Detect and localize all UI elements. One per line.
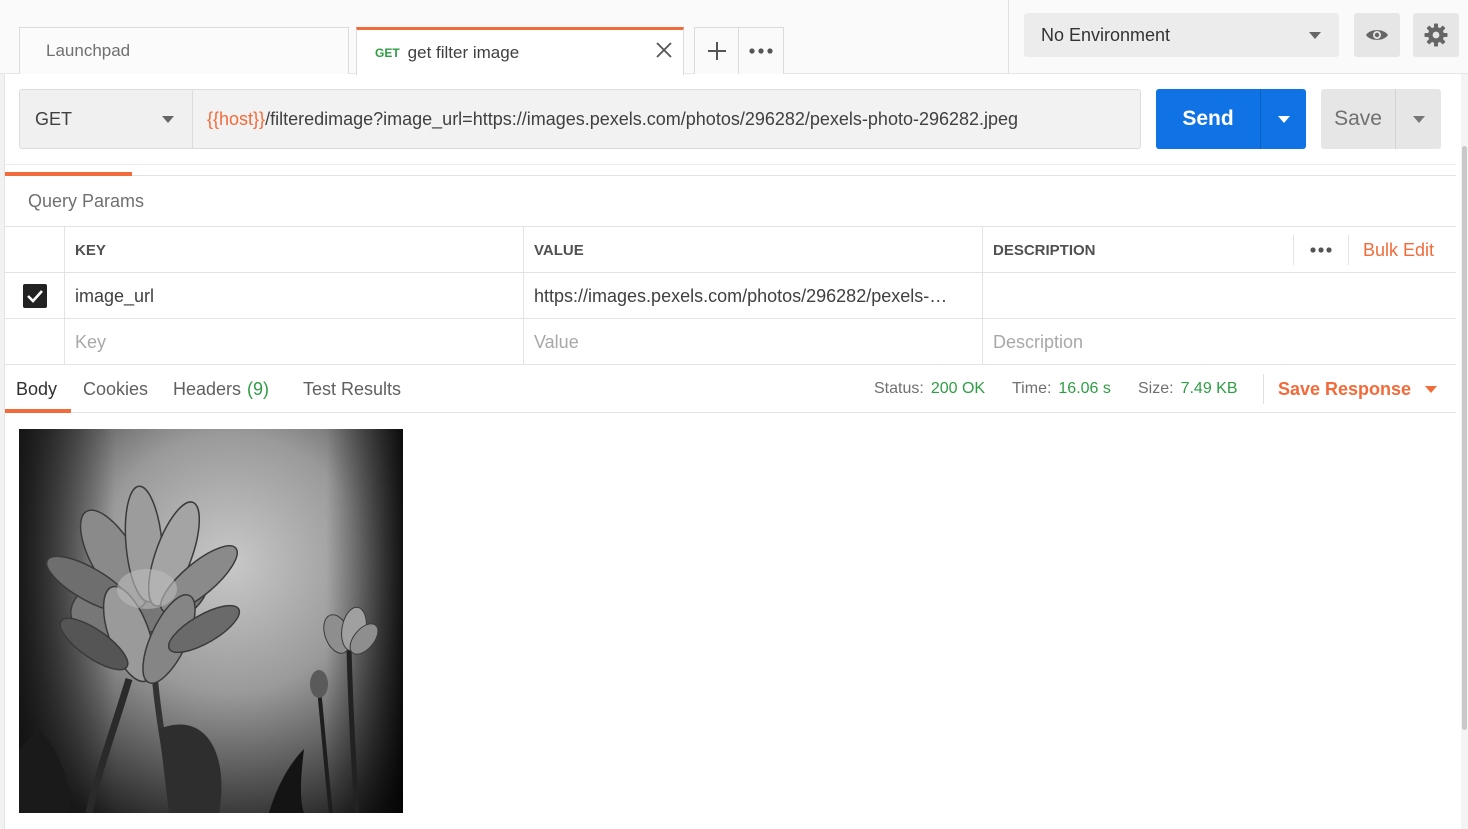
header-checkbox-cell: [5, 227, 65, 273]
status-value: 200 OK: [930, 380, 986, 397]
param-description-input[interactable]: [983, 273, 1456, 319]
save-response-label: Save Response: [1278, 378, 1412, 399]
tab-headers-label: Headers: [173, 378, 242, 399]
bulk-edit-link[interactable]: Bulk Edit: [1349, 240, 1456, 261]
method-select[interactable]: GET: [19, 89, 193, 149]
chevron-down-icon: [1425, 385, 1438, 393]
send-options-button[interactable]: [1261, 89, 1306, 149]
new-description-input[interactable]: Description: [983, 319, 1456, 365]
tab-body[interactable]: Body: [16, 365, 57, 413]
save-button-group: Save: [1321, 89, 1441, 149]
tab-options-button[interactable]: [739, 28, 783, 74]
scrollbar-thumb[interactable]: [1462, 146, 1467, 730]
send-button[interactable]: Send: [1156, 89, 1261, 149]
empty-checkbox-cell: [5, 319, 65, 365]
response-size: Size: 7.49 KB: [1138, 365, 1238, 413]
param-key-input[interactable]: image_url: [65, 273, 524, 319]
response-image: [19, 429, 403, 813]
chevron-down-icon: [1309, 32, 1321, 39]
table-row: image_url https://images.pexels.com/phot…: [5, 273, 1456, 319]
settings-button[interactable]: [1413, 13, 1459, 57]
save-button[interactable]: Save: [1321, 89, 1396, 149]
gear-icon: [1424, 23, 1448, 47]
divider: [1263, 374, 1264, 404]
size-label: Size:: [1138, 380, 1174, 397]
row-checkbox[interactable]: [22, 284, 47, 308]
time-value: 16.06 s: [1058, 380, 1111, 397]
headers-count-badge: (9): [247, 378, 270, 399]
table-row-empty: Key Value Description: [5, 319, 1456, 365]
row-checkbox-cell: [5, 273, 65, 319]
active-request-tab-indicator: [5, 172, 132, 176]
close-icon[interactable]: [653, 39, 675, 61]
more-icon: [1310, 247, 1332, 253]
eye-icon: [1366, 30, 1388, 40]
tab-launchpad[interactable]: Launchpad: [19, 27, 349, 74]
divider: [1008, 0, 1009, 73]
params-table: KEY VALUE DESCRIPTION Bulk Edit image_ur…: [5, 226, 1456, 365]
response-tabs-bar: Body Cookies Headers (9) Test Results St…: [5, 365, 1456, 413]
key-column-header: KEY: [65, 227, 524, 273]
request-tabs-bar: [5, 164, 1456, 176]
response-status: Status: 200 OK: [874, 365, 985, 413]
tab-headers[interactable]: Headers (9): [173, 365, 269, 413]
postman-window: Launchpad GET get filter image No Enviro…: [0, 0, 1468, 829]
status-label: Status:: [874, 380, 924, 397]
url-host-variable: {{host}}: [207, 108, 266, 129]
new-tab-button[interactable]: [695, 28, 740, 74]
tab-method-badge: GET: [375, 45, 400, 60]
plus-icon: [707, 42, 726, 60]
description-column-header: DESCRIPTION: [993, 241, 1096, 259]
environment-label: No Environment: [1041, 24, 1171, 45]
time-label: Time:: [1012, 380, 1052, 397]
chevron-down-icon: [1277, 115, 1290, 123]
tab-actions: [694, 27, 784, 74]
response-time: Time: 16.06 s: [1012, 365, 1111, 413]
tab-get-filter-image[interactable]: GET get filter image: [356, 27, 684, 75]
table-actions: Bulk Edit: [1292, 227, 1456, 273]
save-options-button[interactable]: [1396, 89, 1441, 149]
url-path: /filteredimage?image_url=https://images.…: [265, 108, 1019, 129]
checkmark-icon: [26, 290, 43, 303]
send-button-group: Send: [1156, 89, 1306, 149]
value-column-header: VALUE: [524, 227, 983, 273]
tab-cookies[interactable]: Cookies: [83, 365, 148, 413]
query-params-title: Query Params: [28, 191, 145, 211]
params-header-row: KEY VALUE DESCRIPTION Bulk Edit: [5, 227, 1456, 273]
method-label: GET: [35, 108, 73, 129]
flower-image: [19, 429, 403, 813]
more-icon: [749, 48, 773, 54]
left-edge: [0, 0, 5, 829]
param-value-input[interactable]: https://images.pexels.com/photos/296282/…: [524, 273, 983, 319]
chevron-down-icon: [1412, 115, 1425, 123]
environment-quick-look-button[interactable]: [1354, 13, 1400, 57]
chevron-down-icon: [162, 116, 174, 123]
description-column-header-cell: DESCRIPTION Bulk Edit: [983, 227, 1456, 273]
table-options-button[interactable]: [1292, 235, 1349, 265]
scrollbar[interactable]: [1461, 74, 1468, 829]
url-input[interactable]: {{host}}/filteredimage?image_url=https:/…: [193, 89, 1141, 149]
save-response-button[interactable]: Save Response: [1278, 365, 1438, 413]
tab-request-label: get filter image: [407, 42, 520, 62]
size-value: 7.49 KB: [1180, 380, 1238, 397]
tab-strip: Launchpad GET get filter image No Enviro…: [0, 0, 1468, 75]
new-key-input[interactable]: Key: [65, 319, 524, 365]
new-value-input[interactable]: Value: [524, 319, 983, 365]
tab-launchpad-label: Launchpad: [46, 41, 131, 60]
tab-test-results[interactable]: Test Results: [303, 365, 401, 413]
environment-select[interactable]: No Environment: [1024, 13, 1339, 57]
active-response-tab-indicator: [5, 409, 71, 413]
